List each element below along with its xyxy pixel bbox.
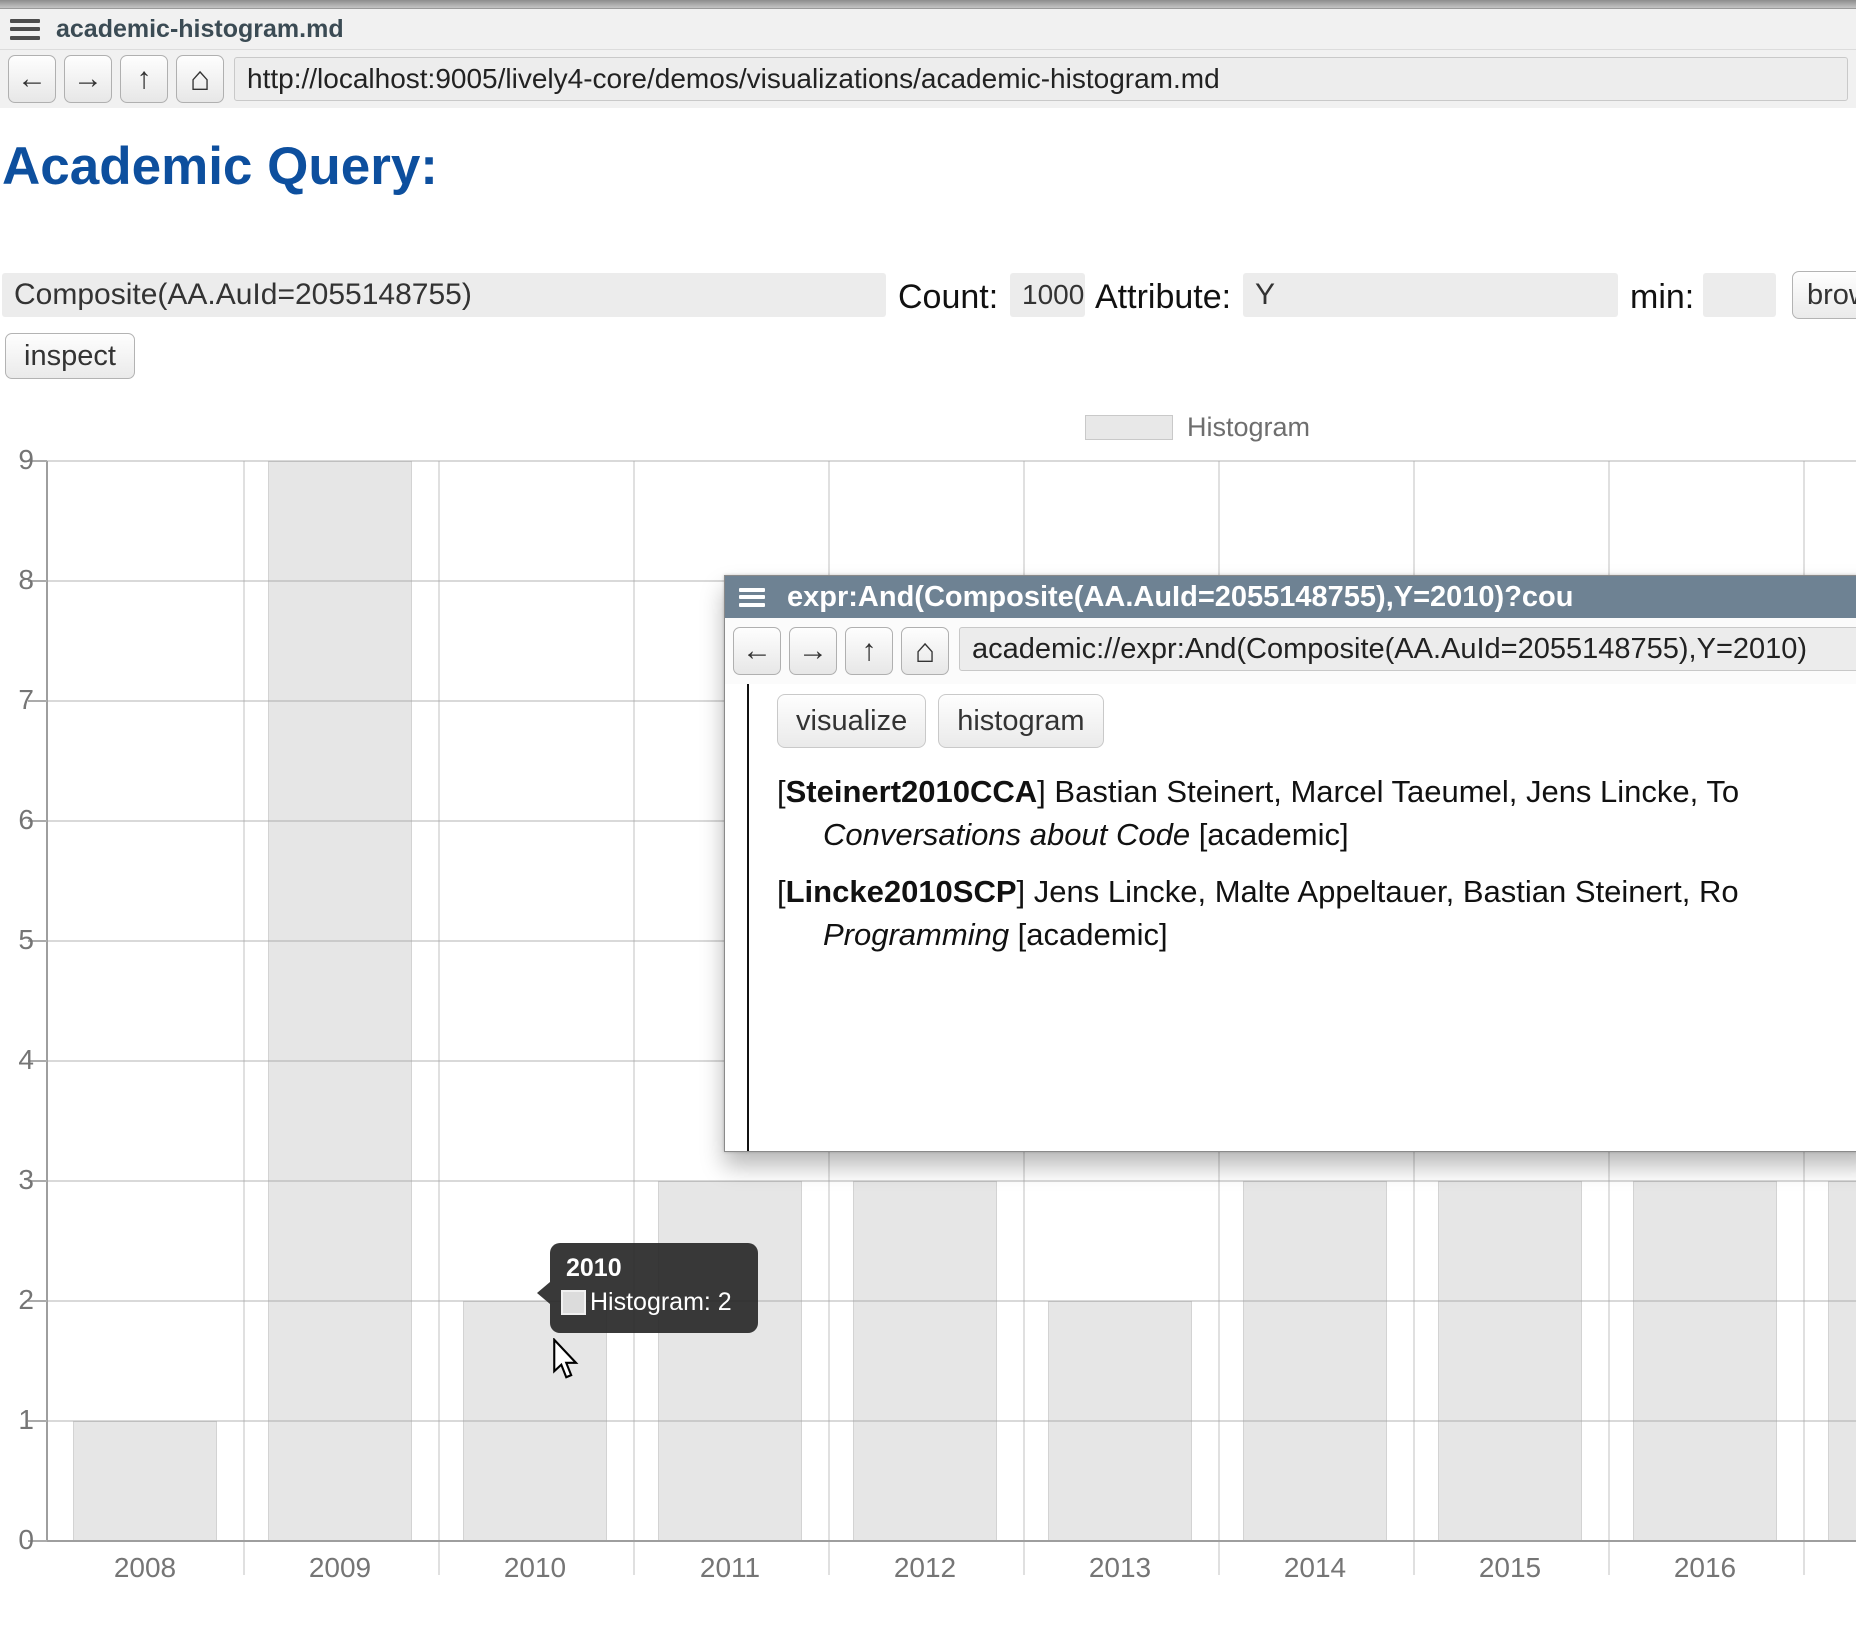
gridline-y-9 — [47, 460, 1856, 462]
x-axis-label: 2010 — [455, 1552, 615, 1584]
histogram-button[interactable]: histogram — [938, 694, 1103, 748]
home-icon: ⌂ — [915, 634, 936, 668]
popup-window: expr:And(Composite(AA.AuId=2055148755),Y… — [724, 575, 1856, 1152]
forward-icon: → — [798, 636, 828, 666]
histogram-bar-2012[interactable] — [853, 1181, 997, 1541]
tooltip-series-swatch — [561, 1290, 586, 1315]
histogram-bar-2016[interactable] — [1633, 1181, 1777, 1541]
x-axis-label: 2009 — [260, 1552, 420, 1584]
tooltip-value-row: Histogram: 2 — [561, 1288, 758, 1317]
x-axis-label: 2013 — [1040, 1552, 1200, 1584]
publication-citation: [Lincke2010SCP] Jens Lincke, Malte Appel… — [777, 870, 1856, 913]
histogram-bar-2009[interactable] — [268, 461, 412, 1541]
y-axis-label: 2 — [0, 1284, 34, 1316]
popup-up-button[interactable]: ↑ — [845, 627, 893, 675]
x-axis-line — [47, 1540, 1856, 1542]
citation-key: Steinert2010CCA — [786, 774, 1038, 809]
list-item: [Lincke2010SCP] Jens Lincke, Malte Appel… — [777, 870, 1856, 956]
popup-navbar: ← → ↑ ⌂ — [725, 618, 1856, 684]
y-axis-label: 5 — [0, 924, 34, 956]
citation-authors: Jens Lincke, Malte Appeltauer, Bastian S… — [1025, 874, 1738, 909]
popup-home-button[interactable]: ⌂ — [901, 627, 949, 675]
gridline-x — [438, 461, 440, 1575]
popup-button-row: visualize histogram — [777, 694, 1856, 748]
tooltip-value-label: Histogram: 2 — [590, 1288, 732, 1317]
list-item: [Steinert2010CCA] Bastian Steinert, Marc… — [777, 770, 1856, 856]
popup-window-title: expr:And(Composite(AA.AuId=2055148755),Y… — [787, 581, 1573, 614]
y-axis-line — [46, 461, 48, 1541]
popup-back-button[interactable]: ← — [733, 627, 781, 675]
x-axis-label: 2014 — [1235, 1552, 1395, 1584]
popup-menu-icon[interactable] — [739, 588, 765, 607]
tooltip-year: 2010 — [566, 1254, 758, 1283]
y-axis-label: 6 — [0, 804, 34, 836]
x-axis-label: 2012 — [845, 1552, 1005, 1584]
histogram-bar-2017[interactable] — [1828, 1181, 1856, 1541]
popup-content: visualize histogram [Steinert2010CCA] Ba… — [725, 684, 1856, 1151]
histogram-bar-2008[interactable] — [73, 1421, 217, 1541]
popup-address-bar[interactable] — [959, 627, 1856, 671]
x-axis-label: 2016 — [1625, 1552, 1785, 1584]
citation-key: Lincke2010SCP — [786, 874, 1017, 909]
y-axis-label: 0 — [0, 1524, 34, 1556]
gridline-y-2 — [47, 1300, 1856, 1302]
gridline-x — [243, 461, 245, 1575]
histogram-bar-2015[interactable] — [1438, 1181, 1582, 1541]
publication-title: Programming [academic] — [823, 913, 1856, 956]
histogram-bar-2014[interactable] — [1243, 1181, 1387, 1541]
popup-left-rule — [747, 684, 749, 1151]
publication-citation: [Steinert2010CCA] Bastian Steinert, Marc… — [777, 770, 1856, 813]
citation-authors: Bastian Steinert, Marcel Taeumel, Jens L… — [1046, 774, 1739, 809]
up-icon: ↑ — [862, 636, 877, 666]
x-axis-label: 2015 — [1430, 1552, 1590, 1584]
y-axis-label: 3 — [0, 1164, 34, 1196]
back-icon: ← — [742, 636, 772, 666]
mouse-cursor — [552, 1338, 582, 1382]
visualize-button[interactable]: visualize — [777, 694, 926, 748]
y-axis-label: 8 — [0, 564, 34, 596]
histogram-bar-2011[interactable] — [658, 1181, 802, 1541]
x-axis-label: 2017 — [1820, 1552, 1856, 1584]
popup-forward-button[interactable]: → — [789, 627, 837, 675]
popup-titlebar[interactable]: expr:And(Composite(AA.AuId=2055148755),Y… — [725, 576, 1856, 618]
y-axis-label: 9 — [0, 444, 34, 476]
y-axis-label: 4 — [0, 1044, 34, 1076]
x-axis-label: 2011 — [650, 1552, 810, 1584]
browser-window: academic-histogram.md ← → ↑ ⌂ Academic Q… — [0, 0, 1856, 1648]
gridline-y-1 — [47, 1420, 1856, 1422]
x-axis-label: 2008 — [65, 1552, 225, 1584]
y-axis-label: 7 — [0, 684, 34, 716]
publication-title: Conversations about Code [academic] — [823, 813, 1856, 856]
gridline-y-3 — [47, 1180, 1856, 1182]
y-axis-label: 1 — [0, 1404, 34, 1436]
publication-list: [Steinert2010CCA] Bastian Steinert, Marc… — [777, 770, 1856, 956]
gridline-x — [633, 461, 635, 1575]
tooltip-arrow — [537, 1282, 550, 1304]
chart-tooltip: 2010 Histogram: 2 — [550, 1243, 758, 1333]
